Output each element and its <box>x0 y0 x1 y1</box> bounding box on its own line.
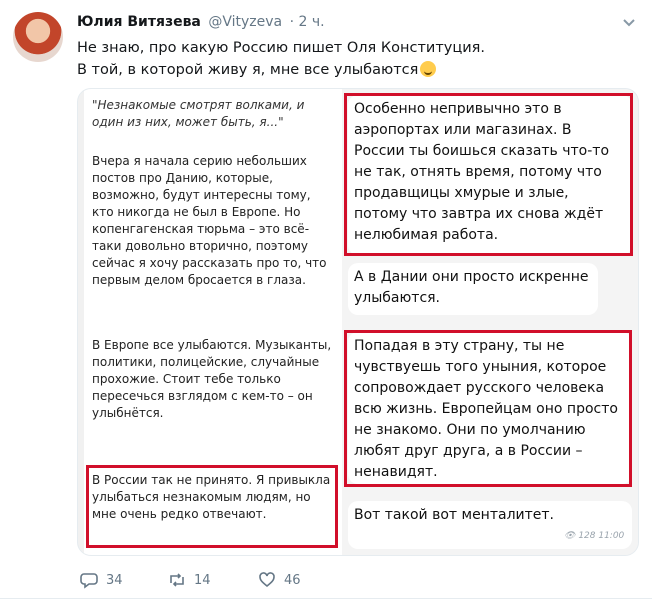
reply-count: 34 <box>106 572 123 588</box>
retweet-button[interactable]: 14 <box>168 571 211 589</box>
retweet-count: 14 <box>194 572 211 588</box>
screenshot-right: Особенно непривычно это в аэропортах или… <box>342 89 638 555</box>
bubble-4-text: Вот такой вот менталитет. <box>354 507 554 523</box>
retweet-icon <box>170 573 184 587</box>
author-name[interactable]: Юлия Витязева <box>77 14 201 30</box>
tweet-text-line-1: Не знаю, про какую Россию пишет Оля Конс… <box>77 40 485 56</box>
message-bubble-2: А в Дании они просто искренне улыбаются. <box>348 263 598 315</box>
views-and-time: 👁 128 11:00 <box>564 531 624 541</box>
views-time-label: 128 11:00 <box>578 531 625 541</box>
tweet-header: Юлия Витязева @Vityzeva · 2 ч. <box>77 14 325 30</box>
like-count: 46 <box>284 572 301 588</box>
paragraph-1: Вчера я начала серию небольших постов пр… <box>92 154 327 287</box>
screenshot-left: "Незнакомые смотрят волками, и один из н… <box>84 89 342 555</box>
quote-text: "Незнакомые смотрят волками, и один из н… <box>92 98 305 129</box>
tweet-media[interactable]: "Незнакомые смотрят волками, и один из н… <box>77 88 639 556</box>
tweet-time[interactable]: · 2 ч. <box>290 14 325 30</box>
tweet-text: Не знаю, про какую Россию пишет Оля Конс… <box>77 37 637 81</box>
highlight-box <box>344 330 632 487</box>
author-handle[interactable]: @Vityzeva <box>208 14 282 30</box>
highlight-box <box>344 93 633 256</box>
eye-icon: 👁 <box>564 531 576 541</box>
message-bubble-4: Вот такой вот менталитет. <box>348 501 632 549</box>
avatar[interactable] <box>13 12 63 62</box>
like-button[interactable]: 46 <box>258 571 301 589</box>
reply-icon <box>80 573 98 589</box>
divider <box>0 598 652 599</box>
chevron-down-icon[interactable] <box>620 14 638 32</box>
highlight-box <box>86 465 338 548</box>
heart-icon <box>259 572 275 588</box>
reply-button[interactable]: 34 <box>80 571 123 589</box>
tweet-text-line-2: В той, в которой живу я, мне все улыбают… <box>77 59 637 81</box>
smirk-emoji-icon <box>420 61 437 77</box>
paragraph-2: В Европе все улыбаются. Музыканты, полит… <box>92 338 332 420</box>
